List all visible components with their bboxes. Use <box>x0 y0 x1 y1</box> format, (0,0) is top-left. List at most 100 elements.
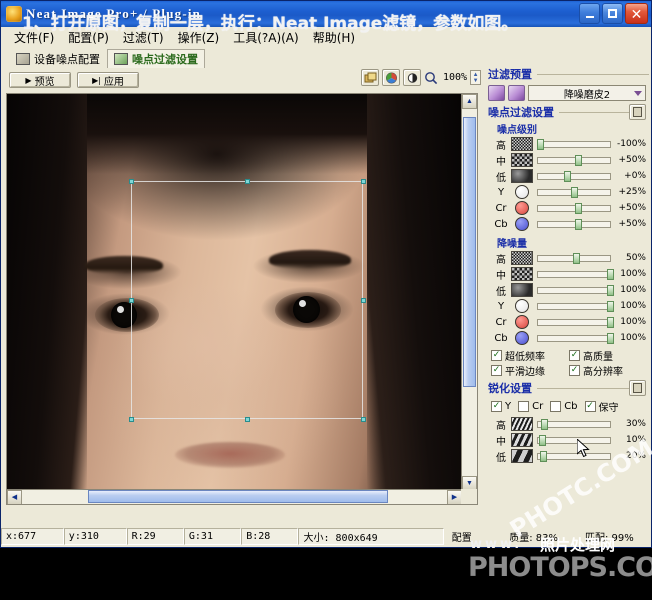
preset-dropdown[interactable]: 降噪磨皮2 <box>528 85 646 101</box>
pixel-b: B:28 <box>241 528 299 545</box>
scroll-thumb-vertical[interactable] <box>463 117 476 387</box>
noise-amount-y-label: Y <box>497 300 505 312</box>
noise-level-cb-slider[interactable] <box>537 218 611 230</box>
sharpen-conservative[interactable]: ✓ 保守 <box>584 399 619 414</box>
noise-level-low-slider[interactable] <box>537 170 611 182</box>
contrast-icon[interactable] <box>403 69 421 86</box>
sharpen-conservative-label: 保守 <box>598 403 619 414</box>
sharpen-channel-cr-label: Cr <box>532 401 544 412</box>
zoom-spinner-down[interactable]: ▼ <box>473 78 479 84</box>
open-preset-icon[interactable] <box>488 85 505 101</box>
sharpen-channel-cb-label: Cb <box>564 401 578 412</box>
option-high-quality[interactable]: ✓ 高质量 <box>569 348 647 363</box>
preview-button[interactable]: ▶ 预览 <box>9 72 71 88</box>
magnifier-icon[interactable] <box>424 71 438 85</box>
zoom-spinner[interactable]: ▲ ▼ <box>470 70 482 85</box>
preview-icon: ▶ <box>25 75 32 85</box>
noise-amount-cr-slider[interactable] <box>537 316 614 328</box>
selection-rectangle[interactable] <box>129 179 366 422</box>
noise-level-cr-slider[interactable] <box>537 202 611 214</box>
layers-icon[interactable] <box>361 69 379 86</box>
filter-reset-icon[interactable] <box>629 104 646 120</box>
save-preset-icon[interactable] <box>508 85 525 101</box>
noise-level-cr-label: Cr <box>495 202 507 214</box>
noise-amount-low-slider[interactable] <box>537 284 614 296</box>
maximize-button[interactable] <box>602 3 623 24</box>
slider-thumb[interactable] <box>606 268 614 280</box>
color-wheel-glyph <box>385 72 397 83</box>
noise-amount-cb-slider[interactable] <box>537 332 614 344</box>
scroll-track-vertical[interactable] <box>462 109 477 476</box>
sharpen-mid-label: 中 <box>496 436 506 448</box>
tab-device-noise-profile[interactable]: 设备噪点配置 <box>9 49 107 68</box>
sharpen-channel-y[interactable]: ✓ Y <box>491 401 511 412</box>
preview-button-label: 预览 <box>34 76 55 88</box>
slider-thumb[interactable] <box>575 218 583 230</box>
slider-thumb[interactable] <box>571 186 579 198</box>
noise-amount-mid-slider[interactable] <box>537 268 614 280</box>
option-high-resolution[interactable]: ✓ 高分辨率 <box>569 363 647 378</box>
watermark-domain: PHOTOPS.COM <box>468 552 652 583</box>
checkbox-checked-icon: ✓ <box>491 350 502 361</box>
color-wheel-icon[interactable] <box>382 69 400 86</box>
noise-amount-row-high: 高 50% <box>485 250 649 266</box>
tab-noise-filter-settings[interactable]: 噪点过滤设置 <box>107 49 205 68</box>
selection-handle-nw[interactable] <box>129 179 134 184</box>
selection-handle-w[interactable] <box>129 298 134 303</box>
option-very-low-freq[interactable]: ✓ 超低频率 <box>491 348 569 363</box>
selection-handle-se[interactable] <box>361 417 366 422</box>
sharpen-reset-icon[interactable] <box>629 380 646 396</box>
option-smooth-edges[interactable]: ✓ 平滑边缘 <box>491 363 569 378</box>
slider-thumb[interactable] <box>606 332 614 344</box>
checkbox-checked-icon: ✓ <box>584 401 596 412</box>
lips <box>175 442 285 468</box>
sharpen-channel-cb[interactable]: Cb <box>550 401 578 412</box>
slider-thumb[interactable] <box>539 434 547 446</box>
slider-thumb[interactable] <box>606 300 614 312</box>
minimize-button[interactable] <box>579 3 600 24</box>
selection-handle-s[interactable] <box>245 417 250 422</box>
selection-handle-e[interactable] <box>361 298 366 303</box>
scroll-thumb-horizontal[interactable] <box>88 489 388 503</box>
noise-level-high-slider[interactable] <box>537 138 611 150</box>
minimize-icon <box>585 16 594 18</box>
preset-dropdown-value: 降噪磨皮2 <box>563 89 611 101</box>
scroll-up-arrow[interactable]: ▲ <box>462 94 477 109</box>
selection-handle-n[interactable] <box>245 179 250 184</box>
scroll-right-arrow[interactable]: ▶ <box>447 489 462 504</box>
canvas-horizontal-scrollbar[interactable]: ◀ ▶ <box>7 489 462 504</box>
noise-level-mid-slider[interactable] <box>537 154 611 166</box>
apply-button[interactable]: ▶| 应用 <box>77 72 139 88</box>
close-button[interactable]: ✕ <box>625 3 648 24</box>
slider-thumb[interactable] <box>539 450 547 462</box>
noise-amount-y-slider[interactable] <box>537 300 614 312</box>
slider-thumb[interactable] <box>573 252 581 264</box>
slider-track <box>537 140 611 148</box>
reset-glyph <box>633 383 642 393</box>
scroll-left-arrow[interactable]: ◀ <box>7 489 22 504</box>
sharpen-channel-cr[interactable]: Cr <box>518 401 543 412</box>
sharpen-section-title: 锐化设置 <box>488 382 532 395</box>
sharpen-section-heading: 锐化设置 <box>485 379 649 397</box>
selection-handle-sw[interactable] <box>129 417 134 422</box>
slider-thumb[interactable] <box>540 418 548 430</box>
selection-handle-ne[interactable] <box>361 179 366 184</box>
slider-thumb[interactable] <box>606 284 614 296</box>
canvas-vertical-scrollbar[interactable]: ▲ ▼ <box>461 94 477 491</box>
scroll-track-horizontal[interactable] <box>22 489 447 505</box>
sharpen-mid-slider[interactable] <box>537 434 611 446</box>
slider-thumb[interactable] <box>606 316 614 328</box>
slider-thumb[interactable] <box>575 154 583 166</box>
image-canvas[interactable]: ▲ ▼ ◀ ▶ <box>6 93 478 505</box>
noise-level-cr-value: +50% <box>618 203 646 213</box>
option-high-quality-label: 高质量 <box>583 352 613 363</box>
noise-amount-cr-value: 100% <box>620 317 646 327</box>
noise-amount-high-value: 50% <box>625 253 646 263</box>
slider-thumb[interactable] <box>537 138 544 150</box>
noise-amount-high-slider[interactable] <box>537 252 611 264</box>
slider-thumb[interactable] <box>575 202 583 214</box>
noise-amount-low-label: 低 <box>496 286 506 298</box>
slider-thumb[interactable] <box>563 170 571 182</box>
noise-level-y-slider[interactable] <box>537 186 611 198</box>
sharpen-high-slider[interactable] <box>537 418 611 430</box>
